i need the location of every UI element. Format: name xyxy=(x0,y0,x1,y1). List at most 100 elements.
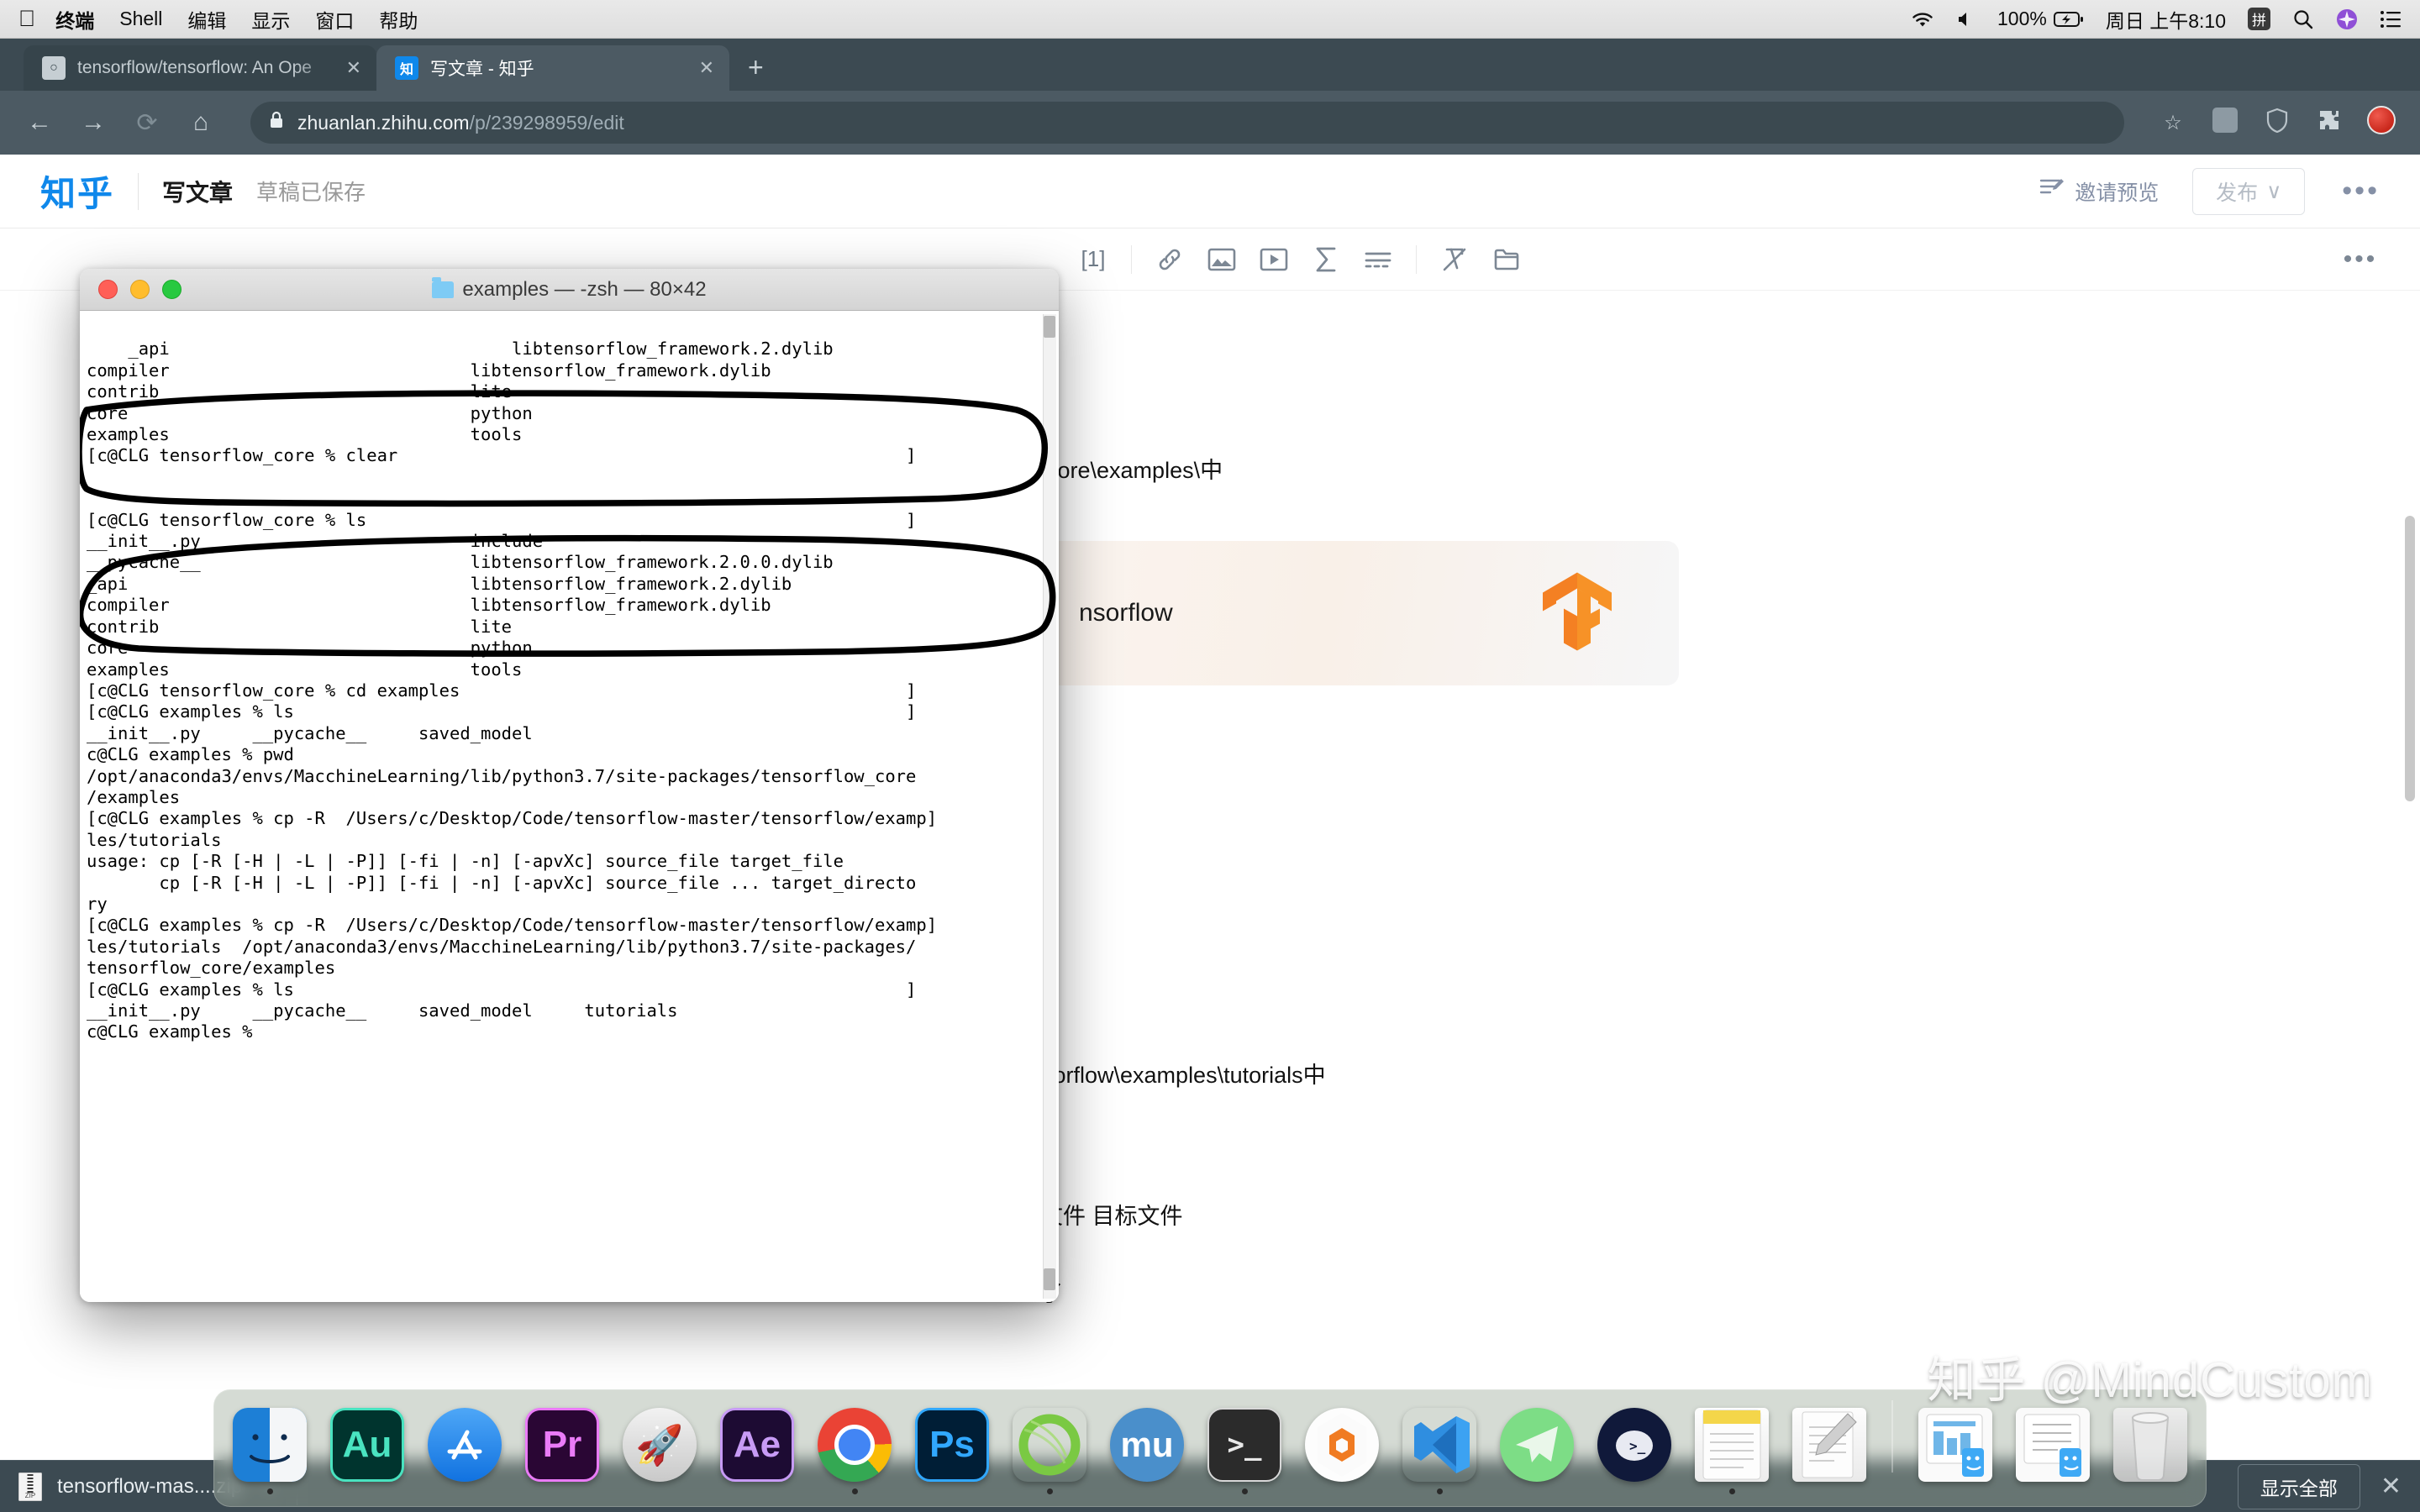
zhihu-editor-header: 知乎 写文章 草稿已保存 邀请预览 发布 ∨ ••• xyxy=(0,155,2420,228)
dock-item-finder[interactable] xyxy=(229,1408,310,1494)
dock-item-green-ring-app[interactable] xyxy=(1009,1408,1090,1494)
zhihu-favicon-icon: 知 xyxy=(395,56,418,80)
app-store-icon xyxy=(428,1408,502,1482)
launchpad-rocket-icon: 🚀 xyxy=(623,1408,697,1482)
menu-item-shell[interactable]: Shell xyxy=(119,8,162,30)
dock-item-notes[interactable] xyxy=(1691,1408,1772,1494)
show-all-downloads-button[interactable]: 显示全部 xyxy=(2238,1464,2360,1509)
adobe-audition-icon: Au xyxy=(330,1408,404,1482)
bookmark-star-icon[interactable]: ☆ xyxy=(2156,111,2190,135)
running-indicator-notes xyxy=(1729,1488,1735,1494)
close-download-shelf-icon[interactable]: ✕ xyxy=(2381,1472,2402,1501)
battery-status[interactable]: 100% xyxy=(1997,8,2084,30)
input-method-badge[interactable]: 拼 xyxy=(2248,8,2270,30)
volume-icon[interactable] xyxy=(1957,10,1975,29)
adobe-after-effects-icon: Ae xyxy=(720,1408,794,1482)
image-icon[interactable] xyxy=(1196,238,1248,281)
terminal-scrollbar-thumb-bottom[interactable] xyxy=(1044,1268,1055,1290)
puzzle-icon[interactable] xyxy=(2312,108,2346,138)
dock-item-vscode[interactable] xyxy=(1399,1408,1480,1494)
code-block-icon[interactable] xyxy=(1352,238,1404,281)
toolbar-separator-2 xyxy=(1416,245,1417,274)
telegram-icon xyxy=(1500,1408,1574,1482)
menu-item-window[interactable]: 窗口 xyxy=(315,5,354,34)
invite-preview-button[interactable]: 邀请预览 xyxy=(2039,176,2159,207)
folder-icon xyxy=(432,281,454,298)
more-options-button[interactable]: ••• xyxy=(2342,175,2380,207)
link-icon[interactable] xyxy=(1144,238,1196,281)
shield-icon[interactable] xyxy=(2260,108,2294,139)
address-bar[interactable]: zhuanlan.zhihu.com/p/239298959/edit xyxy=(250,102,2124,144)
clear-format-icon[interactable] xyxy=(1428,238,1481,281)
lock-icon xyxy=(269,111,284,134)
toolbar-more-icon[interactable]: ••• xyxy=(2334,238,2386,281)
dock-item-after-effects[interactable]: Ae xyxy=(717,1408,797,1494)
terminal-scrollbar-thumb-top[interactable] xyxy=(1044,316,1055,338)
terminal-window[interactable]: examples — -zsh — 80×42 _api libtensorfl… xyxy=(80,269,1059,1302)
forward-button[interactable]: → xyxy=(76,108,111,137)
home-button[interactable]: ⌂ xyxy=(183,108,218,137)
apple-logo-icon[interactable]:  xyxy=(18,8,35,30)
footnote-icon[interactable]: [1] xyxy=(1067,238,1119,281)
spotlight-search-icon[interactable] xyxy=(2292,8,2314,30)
dock-item-pages[interactable] xyxy=(2012,1408,2093,1494)
dock-item-orange-hex-app[interactable] xyxy=(1302,1408,1382,1494)
article-line-3: 文件 目标文件 xyxy=(1040,1198,1183,1231)
tensorflow-link-card[interactable]: nsorflow xyxy=(1040,541,1679,685)
page-scrollbar[interactable] xyxy=(2405,516,2415,801)
github-favicon-icon: ○ xyxy=(42,56,66,80)
address-bar-host: zhuanlan.zhihu.com xyxy=(297,112,470,134)
invite-preview-label: 邀请预览 xyxy=(2075,176,2159,207)
publish-button[interactable]: 发布 ∨ xyxy=(2192,168,2305,215)
menu-bar-clock[interactable]: 周日 上午8:10 xyxy=(2106,5,2226,34)
extension-icon[interactable] xyxy=(2208,108,2242,139)
control-center-icon[interactable] xyxy=(2380,10,2402,29)
page-title: 写文章 xyxy=(162,175,233,208)
dock-item-audition[interactable]: Au xyxy=(327,1408,408,1494)
menu-item-terminal[interactable]: 终端 xyxy=(55,5,94,34)
textedit-icon xyxy=(1792,1408,1866,1482)
new-tab-button[interactable]: + xyxy=(748,54,764,81)
tab-close-icon-github[interactable]: ✕ xyxy=(341,57,366,79)
zip-file-icon: ZIP xyxy=(18,1473,42,1501)
green-ring-app-icon xyxy=(1013,1408,1086,1482)
dock-item-photoshop[interactable]: Ps xyxy=(912,1408,992,1494)
wifi-icon[interactable] xyxy=(1910,10,1935,29)
dock-item-musescore[interactable]: mu xyxy=(1107,1408,1187,1494)
menu-item-help[interactable]: 帮助 xyxy=(379,5,418,34)
dock-item-sublime[interactable]: >_ xyxy=(1594,1408,1675,1494)
article-line-2: sorflow\examples\tutorials中 xyxy=(1042,1057,1326,1089)
dock-item-trash[interactable] xyxy=(2110,1408,2191,1494)
terminal-output[interactable]: _api libtensorflow_framework.2.dylib com… xyxy=(80,311,1059,1302)
menu-item-edit[interactable]: 编辑 xyxy=(187,5,226,34)
dock-item-numbers[interactable] xyxy=(1915,1408,1996,1494)
file-icon[interactable] xyxy=(1481,238,1533,281)
terminal-title: examples — -zsh — 80×42 xyxy=(80,278,1059,302)
profile-avatar[interactable] xyxy=(2365,106,2398,140)
terminal-title-bar[interactable]: examples — -zsh — 80×42 xyxy=(80,269,1059,311)
back-button[interactable]: ← xyxy=(22,108,57,137)
orange-hex-app-icon xyxy=(1305,1408,1379,1482)
dock-item-terminal[interactable]: >_ xyxy=(1204,1408,1285,1494)
browser-tab-zhihu[interactable]: 知 写文章 - 知乎 ✕ xyxy=(376,45,729,91)
browser-tab-github[interactable]: ○ tensorflow/tensorflow: An Ope ✕ xyxy=(24,45,376,91)
visual-studio-code-icon xyxy=(1402,1408,1476,1482)
draft-status-label: 草稿已保存 xyxy=(256,176,366,207)
zhihu-logo[interactable]: 知乎 xyxy=(40,165,114,217)
address-bar-path: /p/239298959/edit xyxy=(470,112,624,134)
dock-item-app-store[interactable] xyxy=(424,1408,505,1494)
siri-icon[interactable] xyxy=(2336,8,2358,30)
reload-button[interactable]: ⟳ xyxy=(129,108,165,138)
terminal-scrollbar[interactable] xyxy=(1043,314,1056,1299)
dock-item-textedit[interactable] xyxy=(1789,1408,1870,1494)
dock-item-chrome[interactable] xyxy=(814,1408,895,1494)
menu-item-view[interactable]: 显示 xyxy=(251,5,290,34)
running-indicator-finder xyxy=(267,1488,273,1494)
video-icon[interactable] xyxy=(1248,238,1300,281)
tab-close-icon-zhihu[interactable]: ✕ xyxy=(694,57,719,79)
dock-item-telegram[interactable] xyxy=(1497,1408,1577,1494)
formula-icon[interactable] xyxy=(1300,238,1352,281)
dock-item-launchpad[interactable]: 🚀 xyxy=(619,1408,700,1494)
dock-item-premiere[interactable]: Pr xyxy=(522,1408,602,1494)
article-line-1: core\examples\中 xyxy=(1046,452,1223,485)
